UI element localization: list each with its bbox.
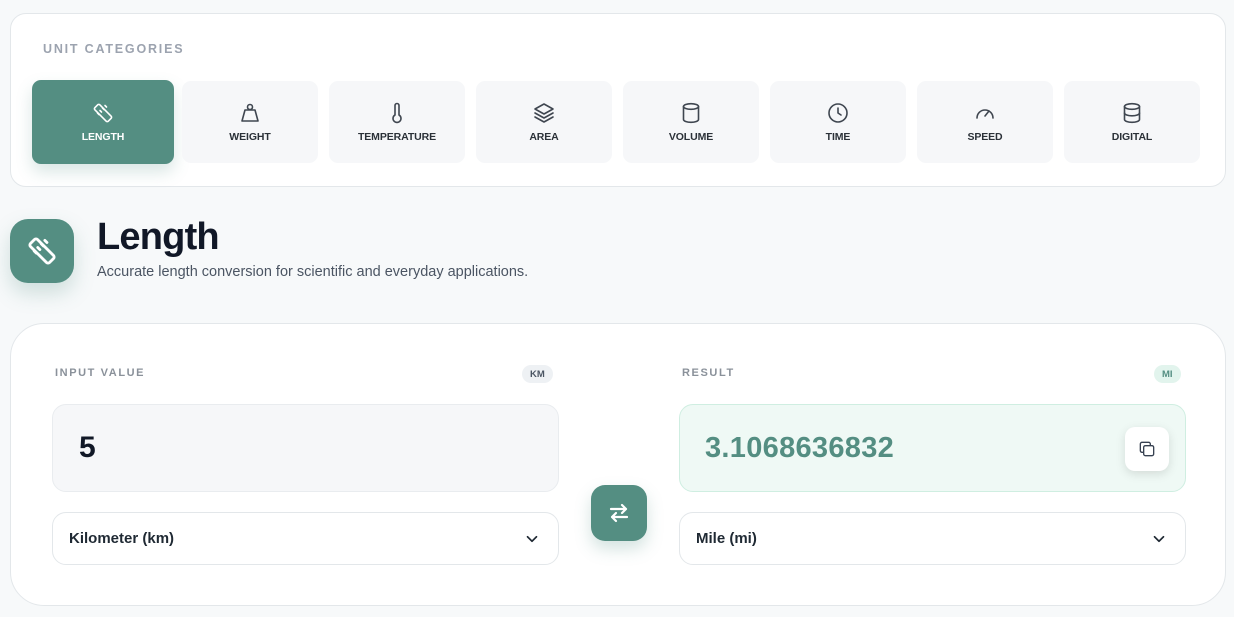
category-length[interactable]: LENGTH bbox=[32, 80, 174, 164]
category-digital[interactable]: DIGITAL bbox=[1064, 81, 1200, 163]
ruler-icon bbox=[10, 219, 74, 283]
category-label: LENGTH bbox=[81, 131, 125, 143]
clock-icon bbox=[826, 101, 850, 125]
weight-icon bbox=[238, 101, 262, 125]
chevron-down-icon bbox=[526, 535, 538, 542]
category-weight[interactable]: WEIGHT bbox=[182, 81, 318, 163]
category-volume[interactable]: VOLUME bbox=[623, 81, 759, 163]
ruler-icon bbox=[91, 101, 115, 125]
input-value[interactable]: 5 bbox=[79, 431, 96, 465]
thermometer-icon bbox=[385, 101, 409, 125]
category-area[interactable]: AREA bbox=[476, 81, 612, 163]
category-time[interactable]: TIME bbox=[770, 81, 906, 163]
copy-button[interactable] bbox=[1125, 427, 1169, 471]
result-value-box: 3.1068636832 bbox=[679, 404, 1186, 492]
unit-categories-heading: UNIT CATEGORIES bbox=[43, 42, 185, 56]
input-value-label: INPUT VALUE bbox=[55, 367, 146, 379]
category-label: TIME bbox=[825, 131, 851, 143]
input-value-field[interactable]: 5 bbox=[52, 404, 559, 492]
category-label: TEMPERATURE bbox=[357, 131, 437, 143]
category-label: AREA bbox=[529, 131, 559, 143]
page-title: Length bbox=[97, 216, 220, 258]
category-temperature[interactable]: TEMPERATURE bbox=[329, 81, 465, 163]
result-label: RESULT bbox=[682, 367, 735, 379]
chevron-down-icon bbox=[1153, 535, 1165, 542]
swap-units-button[interactable] bbox=[591, 485, 647, 541]
unit-categories-panel: UNIT CATEGORIES LENGTH WEIGHT TEMPERATUR… bbox=[10, 13, 1226, 187]
result-unit-chip: MI bbox=[1154, 365, 1181, 383]
to-unit-select[interactable]: Mile (mi) bbox=[679, 512, 1186, 565]
from-unit-select[interactable]: Kilometer (km) bbox=[52, 512, 559, 565]
category-label: SPEED bbox=[967, 131, 1003, 143]
from-unit-selected: Kilometer (km) bbox=[69, 530, 175, 547]
input-unit-chip: KM bbox=[522, 365, 553, 383]
database-icon bbox=[1120, 101, 1144, 125]
category-speed[interactable]: SPEED bbox=[917, 81, 1053, 163]
category-label: DIGITAL bbox=[1111, 131, 1153, 143]
gauge-icon bbox=[973, 101, 997, 125]
result-value: 3.1068636832 bbox=[705, 431, 895, 464]
swap-arrows-icon bbox=[609, 503, 629, 523]
cylinder-icon bbox=[679, 101, 703, 125]
layers-icon bbox=[532, 101, 556, 125]
to-unit-selected: Mile (mi) bbox=[696, 530, 757, 547]
page-subtitle: Accurate length conversion for scientifi… bbox=[97, 264, 529, 280]
category-label: VOLUME bbox=[668, 131, 714, 143]
converter-panel: INPUT VALUE KM RESULT MI 5 3.1068636832 … bbox=[10, 323, 1226, 606]
category-label: WEIGHT bbox=[229, 131, 271, 143]
copy-icon bbox=[1139, 441, 1155, 457]
